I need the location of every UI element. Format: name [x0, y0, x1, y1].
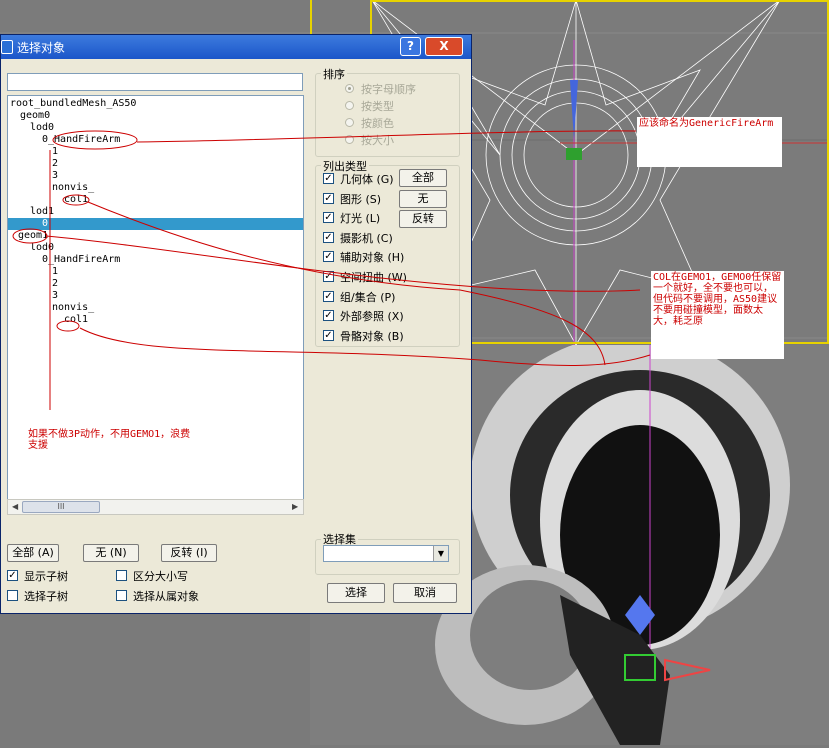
- annotation-note-col: COL在GEMO1，GEMO0任保留一个就好，全不要也可以，但代码不要调用，AS…: [651, 271, 784, 359]
- annotation-strokes: [12, 130, 651, 410]
- annotation-note-rename: 应该命名为GenericFireArm: [637, 117, 782, 167]
- annotation-note-3p: 如果不做3P动作，不用GEMO1，浪费支援: [26, 428, 193, 464]
